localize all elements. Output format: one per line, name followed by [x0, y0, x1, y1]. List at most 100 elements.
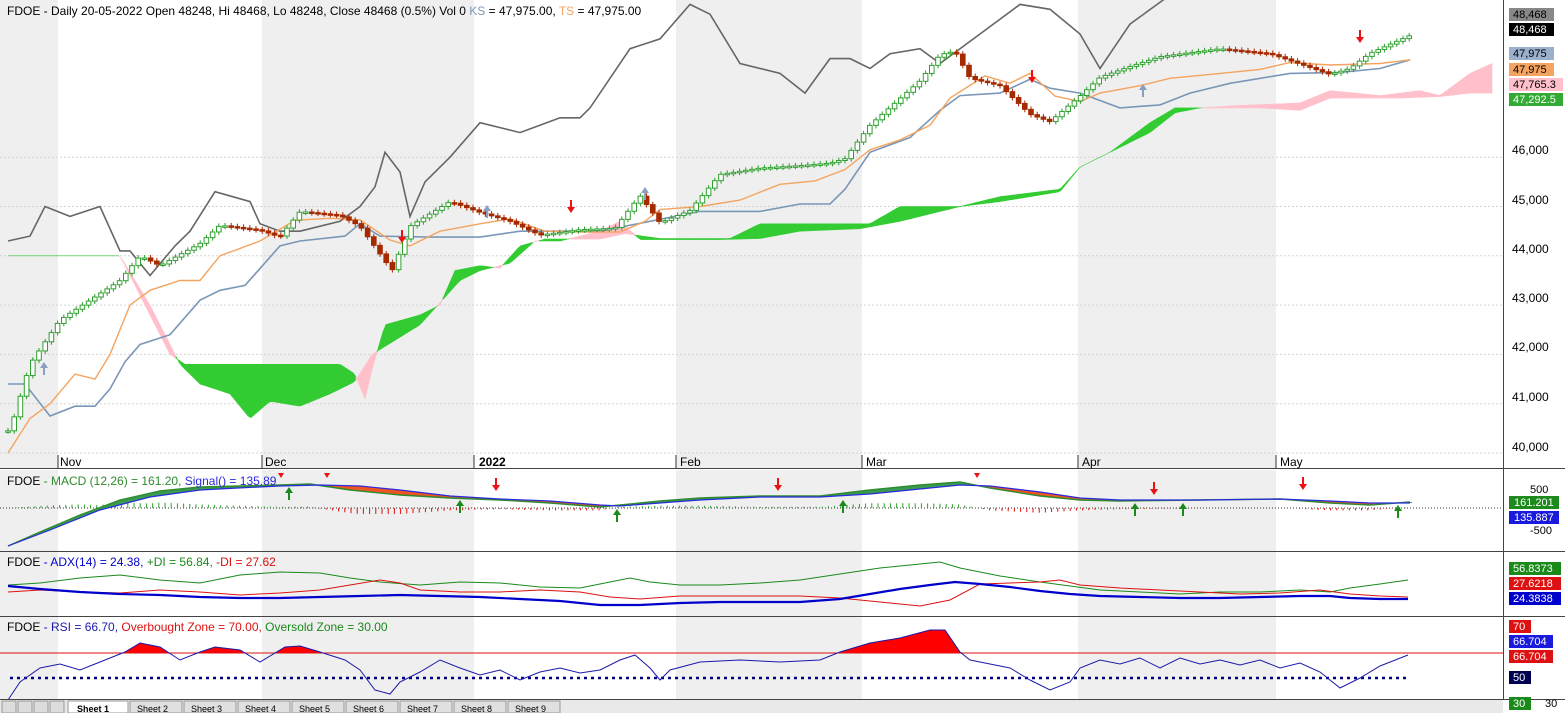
cloud-segment: [991, 197, 996, 203]
cloud-segment: [409, 316, 414, 332]
cloud-segment: [1306, 98, 1311, 108]
cloud-segment: [1456, 80, 1461, 95]
header-ts-label: TS: [559, 4, 574, 18]
x-label: May: [1280, 455, 1303, 469]
chart-canvas[interactable]: FDOE - Daily 20-05-2022 Open 48248, Hi 4…: [0, 0, 1565, 713]
cloud-segment: [757, 223, 762, 239]
rsi-header: FDOE - RSI = 66.70, Overbought Zone = 70…: [7, 620, 388, 634]
cloud-segment: [862, 223, 867, 229]
tab-label: Sheet 7: [407, 704, 438, 713]
cloud-segment: [1480, 66, 1485, 94]
cloud-segment: [1432, 93, 1437, 98]
rsi-fill-segment: [883, 640, 887, 654]
cloud-segment: [814, 223, 819, 231]
cloud-segment: [700, 238, 705, 240]
badge-rsi-os: 30: [1513, 698, 1525, 710]
rsi-fill-segment: [153, 645, 157, 654]
cloud-segment: [1330, 90, 1335, 99]
cloud-segment: [1279, 103, 1284, 110]
macd-y-tick: 500: [1530, 484, 1548, 496]
rsi-fill-segment: [867, 642, 871, 654]
cloud-segment: [790, 223, 795, 234]
cloud-segment: [643, 235, 648, 240]
cloud-segment: [997, 196, 1002, 203]
adx-header: FDOE - ADX(14) = 24.38, +DI = 56.84, -DI…: [7, 555, 276, 569]
cloud-segment: [781, 223, 786, 235]
rsi-fill-segment: [285, 646, 289, 654]
cloud-segment: [940, 206, 945, 212]
cloud-segment: [1486, 63, 1491, 94]
cloud-segment: [1378, 95, 1383, 99]
x-label: Mar: [866, 455, 887, 469]
cloud-segment: [1360, 93, 1365, 99]
cloud-segment: [1036, 191, 1041, 196]
cloud-segment: [580, 234, 585, 240]
cloud-segment: [1003, 195, 1008, 202]
macd-header: FDOE - MACD (12,26) = 161.20, Signal() =…: [7, 474, 277, 488]
cloud-segment: [1183, 107, 1188, 112]
cloud-segment: [712, 238, 717, 240]
tab-sheet-9[interactable]: Sheet 9: [507, 700, 561, 713]
cloud-segment: [1312, 95, 1317, 106]
cloud-segment: [403, 318, 408, 336]
rsi-os-text: Oversold Zone = 30.00: [265, 620, 388, 634]
cloud-segment: [199, 363, 204, 386]
tab-label: Sheet 3: [191, 704, 222, 713]
chart-window: FDOE - Daily 20-05-2022 Open 48248, Hi 4…: [0, 0, 1565, 713]
x-label: Nov: [60, 455, 81, 469]
cloud-segment: [1348, 92, 1353, 99]
adx-plus-text: +DI = 56.84,: [147, 555, 216, 569]
cloud-segment: [1489, 63, 1493, 94]
cloud-segment: [646, 236, 651, 240]
cloud-segment: [238, 363, 243, 410]
cloud-segment: [547, 238, 552, 242]
cloud-segment: [796, 223, 801, 233]
cloud-segment: [226, 363, 231, 395]
cloud-segment: [1423, 91, 1428, 98]
cloud-segment: [1186, 107, 1191, 111]
badge-minus-di: 27.6218: [1513, 578, 1553, 590]
cloud-segment: [769, 223, 774, 238]
cloud-segment: [841, 223, 846, 230]
rsi-fill-segment: [863, 643, 867, 654]
cloud-segment: [1150, 119, 1155, 133]
cloud-segment: [397, 319, 402, 339]
header-info: - Daily 20-05-2022 Open 48248, Hi 48468,…: [40, 4, 469, 18]
cloud-segment: [1006, 195, 1011, 201]
tab-sheet-7[interactable]: Sheet 7: [399, 700, 453, 713]
cloud-segment: [1336, 91, 1341, 99]
rsi-fill-segment: [217, 647, 221, 654]
tab-sheet-4[interactable]: Sheet 4: [237, 700, 291, 713]
tab-label: Sheet 8: [461, 704, 492, 713]
cloud-segment: [271, 363, 276, 403]
tab-sheet-1[interactable]: Sheet 1: [67, 700, 129, 713]
cloud-segment: [655, 237, 660, 240]
tab-sheet-2[interactable]: Sheet 2: [129, 700, 183, 713]
badge-rsi-mid: 50: [1513, 672, 1525, 684]
cloud-segment: [1300, 100, 1305, 111]
cloud-segment: [850, 223, 855, 230]
rsi-fill-segment: [875, 641, 879, 654]
cloud-segment: [679, 238, 684, 240]
cloud-segment: [778, 223, 783, 236]
cloud-segment: [280, 363, 285, 404]
cloud-segment: [994, 196, 999, 203]
badge-macd: 161.201: [1514, 497, 1554, 509]
cloud-segment: [763, 223, 768, 239]
rsi-fill-segment: [941, 629, 945, 654]
tab-sheet-3[interactable]: Sheet 3: [183, 700, 237, 713]
tab-sheet-5[interactable]: Sheet 5: [291, 700, 345, 713]
cloud-segment: [556, 238, 561, 242]
main-header: FDOE - Daily 20-05-2022 Open 48248, Hi 4…: [7, 4, 642, 18]
cloud-segment: [706, 238, 711, 240]
cloud-segment: [223, 363, 228, 394]
tab-sheet-6[interactable]: Sheet 6: [345, 700, 399, 713]
cloud-segment: [751, 225, 756, 240]
tab-sheet-8[interactable]: Sheet 8: [453, 700, 507, 713]
cloud-segment: [610, 223, 615, 238]
cloud-segment: [727, 237, 732, 240]
cloud-segment: [739, 231, 744, 240]
cloud-segment: [772, 223, 777, 237]
cloud-segment: [799, 223, 804, 232]
rsi-fill-segment: [911, 634, 915, 654]
